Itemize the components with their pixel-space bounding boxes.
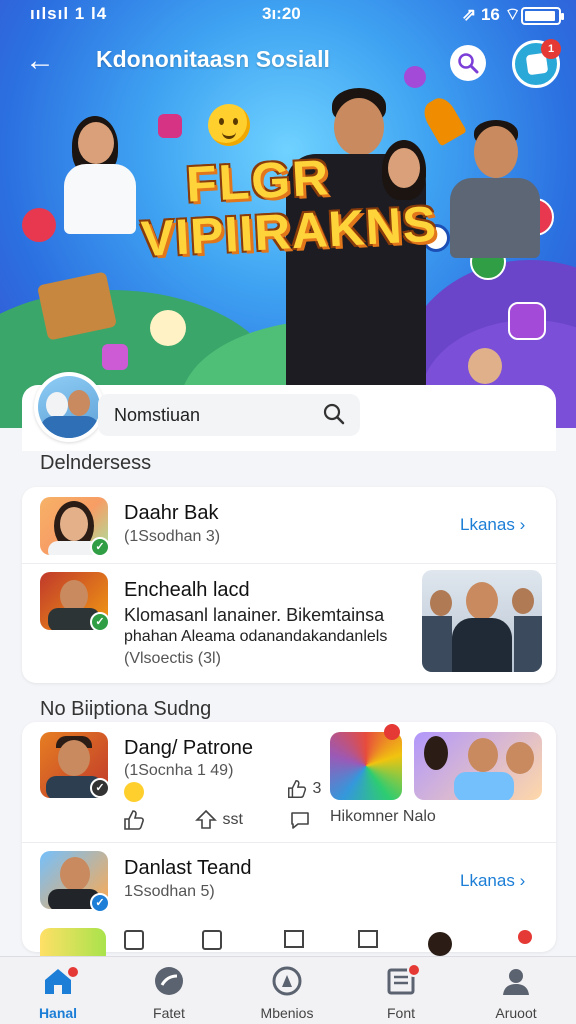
nav-label: Mbenios	[260, 1005, 314, 1021]
item-link[interactable]: Lkanas ›	[460, 515, 525, 535]
chevron-right-icon: ›	[519, 515, 526, 534]
list-item[interactable]: ✓ Dang/ Patrone (1Socnha 1 49) sst 3 Hik…	[22, 722, 556, 840]
like-icon[interactable]	[202, 930, 222, 950]
list-card: ✓ Daahr Bak (1Ssodhan 3) Lkanas › ✓ Ench…	[22, 487, 556, 683]
comment-icon[interactable]	[288, 808, 312, 837]
sticker-icon	[158, 114, 182, 138]
notification-badge: 1	[541, 39, 561, 59]
item-name: Enchealh lacd	[124, 579, 250, 601]
search-icon[interactable]	[322, 402, 346, 426]
explore-icon	[155, 967, 183, 995]
sticker-icon	[404, 66, 426, 88]
list-card: ✓ Dang/ Patrone (1Socnha 1 49) sst 3 Hik…	[22, 722, 556, 952]
status-icons: ⇗ 16 ⌔	[462, 5, 521, 24]
thumbs-up-icon	[288, 780, 307, 798]
search-input[interactable]	[98, 394, 318, 436]
like-icon[interactable]	[122, 808, 146, 837]
notification-dot	[66, 965, 80, 979]
person-illustration	[450, 120, 540, 260]
item-name: Danlast Teand	[124, 857, 252, 879]
search-button[interactable]	[450, 45, 486, 81]
nav-item-circle[interactable]: Mbenios	[239, 957, 335, 1024]
nav-item-home[interactable]: Hanal	[10, 957, 106, 1024]
verified-icon: ✓	[90, 893, 110, 913]
status-bar: ıılsıl 1 l4 3ı:20 ⇗ 16 ⌔	[0, 0, 576, 30]
verified-icon: ✓	[90, 778, 110, 798]
verified-icon: ✓	[90, 537, 110, 557]
search-field[interactable]	[98, 394, 360, 436]
profile-icon	[503, 969, 529, 995]
nav-label: Font	[386, 1005, 415, 1021]
notification-dot-icon	[518, 930, 532, 944]
smiley-emoji-icon	[208, 104, 250, 146]
item-name: Daahr Bak	[124, 502, 219, 524]
post-image[interactable]	[422, 570, 542, 672]
nav-label: Aruoot	[495, 1005, 537, 1021]
clock: 3ı:20	[262, 4, 301, 23]
item-subtitle: (1Ssodhan 3)	[124, 528, 221, 545]
thumbnail-partial	[40, 928, 106, 956]
list-item[interactable]: ✓ Daahr Bak (1Ssodhan 3) Lkanas ›	[22, 487, 556, 563]
notification-button[interactable]: 1	[512, 39, 561, 88]
nav-item-news[interactable]: Font	[353, 957, 449, 1024]
item-subtitle: (1Socnha 1 49)	[124, 762, 234, 779]
nav-label: Fatet	[153, 1005, 185, 1021]
avatar	[428, 932, 452, 956]
share-icon	[195, 809, 217, 829]
banner-line-2: VIPIIRAKNS	[139, 195, 439, 268]
like-count-value: 3	[312, 780, 322, 798]
section-title: No Biiptiona Sudng	[40, 698, 212, 720]
emoji-reaction-icon	[124, 782, 144, 802]
edit-icon[interactable]	[358, 930, 378, 948]
nav-item-explore[interactable]: Fatet	[121, 957, 217, 1024]
bottom-navigation: Hanal Fatet Mbenios Font Aruoot	[0, 956, 576, 1024]
signal-indicator: ıılsıl 1 l4	[30, 4, 108, 23]
like-count[interactable]: 3	[286, 778, 321, 800]
chevron-right-icon: ›	[519, 871, 526, 890]
image-badge-icon	[384, 724, 400, 740]
item-body: Klomasanl lanainer. Bikemtainsa	[124, 605, 385, 625]
battery-icon	[521, 7, 564, 25]
nav-label: Hanal	[38, 1005, 78, 1021]
notification-dot	[407, 963, 421, 977]
photo-icon	[508, 302, 546, 340]
camera-icon	[102, 344, 128, 370]
verified-icon: ✓	[90, 612, 110, 632]
circle-icon	[272, 966, 302, 996]
person-illustration	[466, 346, 506, 386]
banner-headline: FLGR VIPIIRAKNS	[137, 142, 453, 288]
item-subtitle: (Vlsoectis (3l)	[124, 650, 221, 667]
action-row	[40, 928, 540, 956]
back-arrow-icon[interactable]: ←	[22, 44, 58, 80]
section-title: Delndersess	[40, 452, 152, 474]
item-name: Dang/ Patrone	[124, 737, 253, 759]
link-label: Lkanas	[460, 515, 515, 534]
post-image[interactable]	[330, 732, 402, 800]
item-subtitle: 1Ssodhan 5)	[124, 883, 215, 900]
mascot-icon	[150, 310, 186, 346]
comment-caption: Hikomner Nalo	[330, 808, 436, 825]
share-button[interactable]: sst	[194, 808, 243, 832]
like-icon[interactable]	[124, 930, 144, 950]
heart-check-icon	[22, 208, 56, 242]
search-icon	[458, 53, 479, 74]
share-icon[interactable]	[284, 930, 304, 948]
item-link[interactable]: Lkanas ›	[460, 871, 525, 891]
page-title: Kdononitaasn Sosiall	[96, 46, 330, 72]
link-label: Lkanas	[460, 871, 515, 890]
post-image[interactable]	[414, 732, 542, 800]
profile-avatar[interactable]	[34, 372, 104, 442]
list-item[interactable]: ✓ Danlast Teand 1Ssodhan 5) Lkanas ›	[22, 843, 556, 919]
share-label: sst	[222, 811, 243, 829]
item-body: phahan Aleama odanandakandanlels	[124, 628, 388, 645]
list-item[interactable]: ✓ Enchealh lacd Klomasanl lanainer. Bike…	[22, 564, 556, 682]
nav-item-profile[interactable]: Aruoot	[468, 957, 564, 1024]
